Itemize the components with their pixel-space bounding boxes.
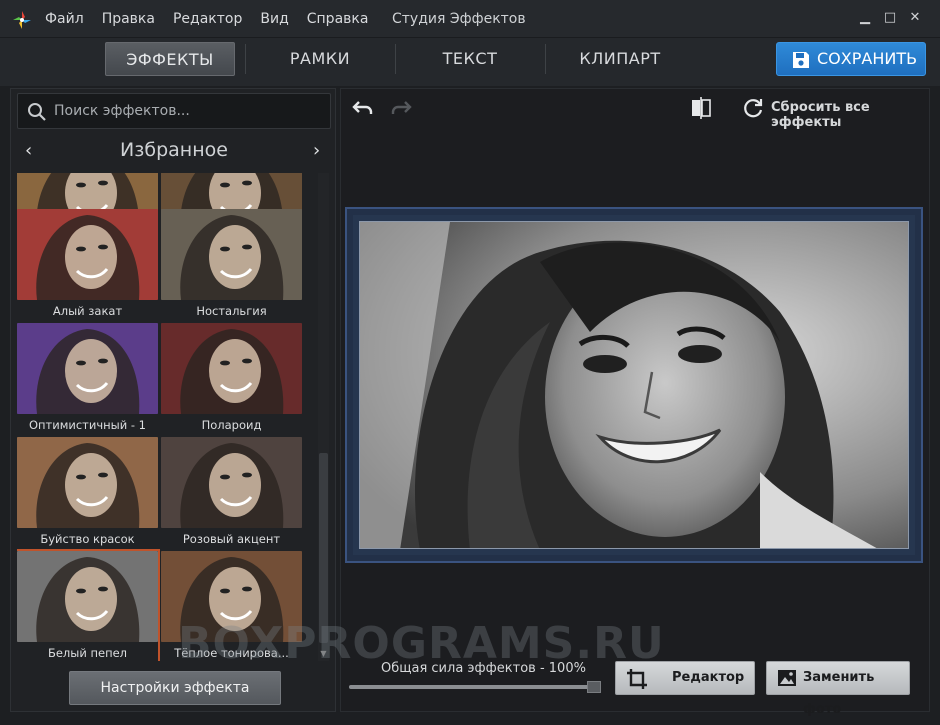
- tab-divider: [545, 44, 546, 74]
- app-logo-icon: [13, 11, 31, 29]
- category-title: Избранное: [120, 139, 228, 161]
- save-button[interactable]: СОХРАНИТЬ: [776, 42, 926, 76]
- close-icon[interactable]: ✕: [906, 9, 924, 27]
- redo-icon[interactable]: [389, 96, 413, 120]
- effect-preview-image: [161, 209, 302, 300]
- effect-label: Буйство красок: [40, 532, 135, 546]
- replace-photo-button[interactable]: Заменить фото: [766, 661, 910, 717]
- tab-effects[interactable]: ЭФФЕКТЫ: [105, 42, 235, 76]
- slider-handle[interactable]: [587, 681, 601, 693]
- effect-strength-slider[interactable]: [349, 685, 599, 689]
- compare-icon[interactable]: [689, 96, 713, 120]
- menu-help[interactable]: Справка: [307, 11, 369, 27]
- photo-frame: [345, 207, 923, 563]
- maximize-icon[interactable]: □: [881, 9, 899, 27]
- effect-thumbnail[interactable]: Полароид: [161, 323, 302, 435]
- undo-icon[interactable]: [351, 96, 375, 120]
- effect-thumbnail[interactable]: Оптимистичный - 1: [17, 323, 158, 435]
- effect-preview-image: [161, 323, 302, 414]
- effect-thumbnail[interactable]: Буйство красок: [17, 437, 158, 549]
- effect-preview-image: [17, 551, 158, 642]
- effect-strength-label: Общая сила эффектов - 100%: [381, 661, 586, 676]
- effect-label: Белый пепел: [47, 646, 128, 660]
- menu-editor[interactable]: Редактор: [173, 11, 242, 27]
- effect-label: Ностальгия: [196, 304, 267, 318]
- effect-preview-image: [17, 209, 158, 300]
- window-title: Студия Эффектов: [392, 11, 526, 27]
- effect-preview-image: [17, 323, 158, 414]
- effects-sidebar: ‹ Избранное › Цветная гравюраЭффект HDRА…: [10, 88, 336, 712]
- effect-label: Алый закат: [52, 304, 123, 318]
- effect-label: Тёплое тонирова...: [174, 646, 289, 660]
- scrollbar-thumb[interactable]: [319, 453, 328, 643]
- effect-thumbnail[interactable]: Тёплое тонирова...: [161, 551, 302, 661]
- tab-frames[interactable]: РАМКИ: [255, 42, 385, 76]
- tab-divider: [395, 44, 396, 74]
- editor-button[interactable]: Редактор: [615, 661, 755, 695]
- menu-file[interactable]: Файл: [45, 11, 84, 27]
- menu-edit[interactable]: Правка: [102, 11, 155, 27]
- image-icon: [778, 670, 796, 686]
- effects-grid: Цветная гравюраЭффект HDRАлый закатНоста…: [17, 173, 317, 661]
- effect-thumbnail[interactable]: Алый закат: [17, 209, 158, 321]
- minimize-icon[interactable]: ▁: [856, 9, 874, 27]
- effect-settings-button[interactable]: Настройки эффекта: [69, 671, 281, 705]
- search-icon: [28, 103, 46, 121]
- search-input[interactable]: [54, 94, 324, 128]
- tab-text[interactable]: ТЕКСТ: [405, 42, 535, 76]
- effect-preview-image: [161, 437, 302, 528]
- preview-photo: [359, 221, 909, 549]
- menu-bar: Файл Правка Редактор Вид Справка: [45, 11, 386, 27]
- effect-label: Оптимистичный - 1: [28, 418, 147, 432]
- reset-icon[interactable]: [741, 96, 765, 120]
- tab-divider: [245, 44, 246, 74]
- effect-thumbnail[interactable]: Ностальгия: [161, 209, 302, 321]
- preview-panel: Сбросить все эффекты Общая сила эффектов…: [340, 88, 930, 717]
- slider-fill: [349, 685, 599, 689]
- search-box: [17, 93, 331, 129]
- next-category-icon[interactable]: ›: [313, 140, 320, 161]
- tab-clipart[interactable]: КЛИПАРТ: [555, 42, 685, 76]
- replace-photo-label: Заменить фото: [803, 670, 875, 717]
- effect-thumbnail[interactable]: Розовый акцент: [161, 437, 302, 549]
- effect-thumbnail[interactable]: Белый пепел: [17, 549, 160, 661]
- crop-icon: [627, 669, 647, 689]
- portrait-image: [360, 222, 908, 548]
- effects-scrollbar[interactable]: ▼: [318, 173, 329, 661]
- effect-label: Полароид: [201, 418, 262, 432]
- effect-preview-image: [17, 437, 158, 528]
- tab-bar: ЭФФЕКТЫ РАМКИ ТЕКСТ КЛИПАРТ СОХРАНИТЬ: [0, 38, 940, 86]
- effect-label: Розовый акцент: [182, 532, 281, 546]
- save-button-label: СОХРАНИТЬ: [817, 49, 918, 68]
- floppy-disk-icon: [793, 52, 809, 68]
- title-bar: Файл Правка Редактор Вид Справка Студия …: [0, 0, 940, 38]
- category-nav: ‹ Избранное ›: [11, 135, 337, 169]
- scroll-down-icon[interactable]: ▼: [318, 647, 329, 661]
- effect-preview-image: [161, 551, 302, 642]
- reset-effects-link[interactable]: Сбросить все эффекты: [771, 100, 929, 130]
- menu-view[interactable]: Вид: [260, 11, 288, 27]
- editor-button-label: Редактор: [672, 670, 745, 685]
